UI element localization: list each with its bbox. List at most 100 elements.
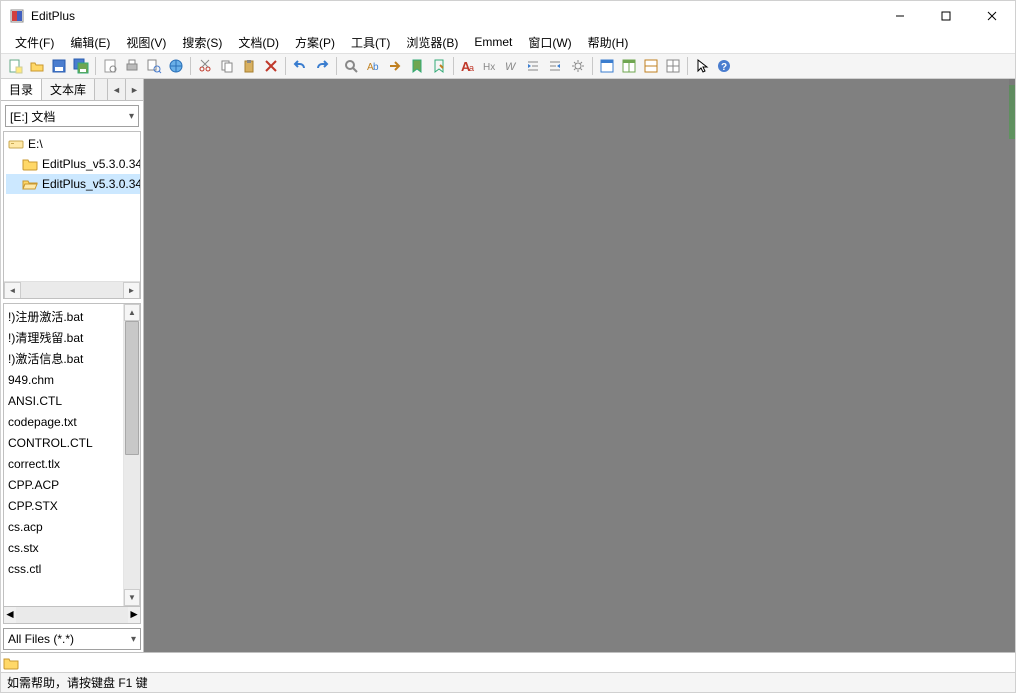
app-icon [9, 8, 25, 24]
tree-item[interactable]: E:\ [6, 134, 140, 154]
print-button[interactable] [121, 55, 143, 77]
cursor-button[interactable] [691, 55, 713, 77]
paste-button[interactable] [238, 55, 260, 77]
editor-scroll-indicator [1009, 79, 1015, 139]
file-filter-select[interactable]: All Files (*.*) ▾ [3, 628, 141, 650]
scroll-down-icon[interactable]: ▼ [124, 589, 140, 606]
close-button[interactable] [969, 1, 1015, 31]
file-item[interactable]: correct.tlx [8, 453, 123, 474]
file-item-label: !)激活信息.bat [8, 350, 83, 367]
window2-button[interactable] [618, 55, 640, 77]
indent-button[interactable] [523, 55, 545, 77]
menu-item-3[interactable]: 搜索(S) [174, 32, 230, 53]
tree-item-label: E:\ [28, 137, 43, 151]
open-file-button[interactable] [26, 55, 48, 77]
goto-button[interactable] [384, 55, 406, 77]
tab-library[interactable]: 文本库 [42, 79, 95, 100]
folder-tree[interactable]: E:\ EditPlus_v5.3.0.342EditPlus_v5.3.0.34… [3, 131, 141, 299]
scroll-right-icon[interactable]: ► [123, 282, 140, 299]
open-files-strip[interactable] [1, 652, 1015, 672]
window1-button[interactable] [596, 55, 618, 77]
minimize-button[interactable] [877, 1, 923, 31]
file-item-label: codepage.txt [8, 415, 77, 429]
window2-icon [621, 58, 637, 74]
copy-button[interactable] [216, 55, 238, 77]
window4-icon [665, 58, 681, 74]
file-item[interactable]: !)清理残留.bat [8, 327, 123, 348]
file-item-label: css.ctl [8, 562, 41, 576]
svg-text:a: a [469, 63, 474, 73]
goto-icon [387, 58, 403, 74]
delete-button[interactable] [260, 55, 282, 77]
file-vscrollbar[interactable]: ▲ ▼ [123, 304, 140, 606]
window-title: EditPlus [31, 9, 75, 23]
indent-icon [526, 58, 542, 74]
cursor-icon [694, 58, 710, 74]
tab-directory[interactable]: 目录 [1, 79, 42, 100]
browser-button[interactable] [165, 55, 187, 77]
tree-item[interactable]: EditPlus_v5.3.0.34 [6, 174, 140, 194]
redo-button[interactable] [311, 55, 333, 77]
file-item[interactable]: CONTROL.CTL [8, 432, 123, 453]
scroll-right-icon[interactable]: ► [128, 607, 140, 623]
menu-item-0[interactable]: 文件(F) [7, 32, 62, 53]
drive-select[interactable]: [E:] 文档 ▾ [5, 105, 139, 127]
file-item[interactable]: ANSI.CTL [8, 390, 123, 411]
tab-nav-next[interactable]: ► [125, 79, 143, 100]
window4-button[interactable] [662, 55, 684, 77]
save-all-button[interactable] [70, 55, 92, 77]
file-item[interactable]: codepage.txt [8, 411, 123, 432]
menu-item-4[interactable]: 文档(D) [230, 32, 287, 53]
save-button[interactable] [48, 55, 70, 77]
tab-nav-prev[interactable]: ◄ [107, 79, 125, 100]
status-text: 如需帮助，请按键盘 F1 键 [7, 674, 148, 691]
file-hscrollbar[interactable]: ◄ ► [3, 607, 141, 624]
drive-label: [E:] 文档 [10, 108, 55, 125]
file-item[interactable]: cs.stx [8, 537, 123, 558]
tree-item[interactable]: EditPlus_v5.3.0.342 [6, 154, 140, 174]
menu-item-5[interactable]: 方案(P) [287, 32, 343, 53]
window3-button[interactable] [640, 55, 662, 77]
chevron-down-icon: ▾ [131, 634, 136, 645]
tree-hscrollbar[interactable]: ◄ ► [4, 281, 140, 298]
print-preview-button[interactable] [99, 55, 121, 77]
file-item[interactable]: CPP.STX [8, 495, 123, 516]
menu-item-9[interactable]: 窗口(W) [520, 32, 579, 53]
help-button[interactable]: ? [713, 55, 735, 77]
scroll-left-icon[interactable]: ◄ [4, 607, 16, 623]
maximize-button[interactable] [923, 1, 969, 31]
menu-item-10[interactable]: 帮助(H) [580, 32, 637, 53]
copy-icon [219, 58, 235, 74]
svg-text:Hx: Hx [483, 62, 495, 73]
scroll-left-icon[interactable]: ◄ [4, 282, 21, 299]
file-item[interactable]: !)注册激活.bat [8, 306, 123, 327]
menu-item-1[interactable]: 编辑(E) [62, 32, 118, 53]
scroll-up-icon[interactable]: ▲ [124, 304, 140, 321]
print-icon [124, 58, 140, 74]
file-list[interactable]: !)注册激活.bat!)清理残留.bat !)激活信息.bat 949.chmANS… [3, 303, 141, 607]
new-file-button[interactable] [4, 55, 26, 77]
menu-item-8[interactable]: Emmet [466, 33, 520, 51]
file-item[interactable]: cs.acp [8, 516, 123, 537]
font-button[interactable]: Aa [457, 55, 479, 77]
find-button[interactable] [340, 55, 362, 77]
editor-area[interactable] [144, 79, 1015, 652]
menu-item-7[interactable]: 浏览器(B) [398, 32, 466, 53]
cut-button[interactable] [194, 55, 216, 77]
find-in-files-icon [146, 58, 162, 74]
bookmark-button[interactable] [406, 55, 428, 77]
file-item[interactable]: css.ctl [8, 558, 123, 579]
next-bookmark-button[interactable] [428, 55, 450, 77]
hex-button[interactable]: Hx [479, 55, 501, 77]
menu-item-2[interactable]: 视图(V) [118, 32, 174, 53]
file-item[interactable]: !)激活信息.bat [8, 348, 123, 369]
menu-item-6[interactable]: 工具(T) [343, 32, 398, 53]
wrap-button[interactable]: W [501, 55, 523, 77]
find-in-files-button[interactable] [143, 55, 165, 77]
file-item[interactable]: CPP.ACP [8, 474, 123, 495]
outdent-button[interactable] [545, 55, 567, 77]
undo-button[interactable] [289, 55, 311, 77]
replace-button[interactable]: Ab [362, 55, 384, 77]
file-item[interactable]: 949.chm [8, 369, 123, 390]
settings-button[interactable] [567, 55, 589, 77]
